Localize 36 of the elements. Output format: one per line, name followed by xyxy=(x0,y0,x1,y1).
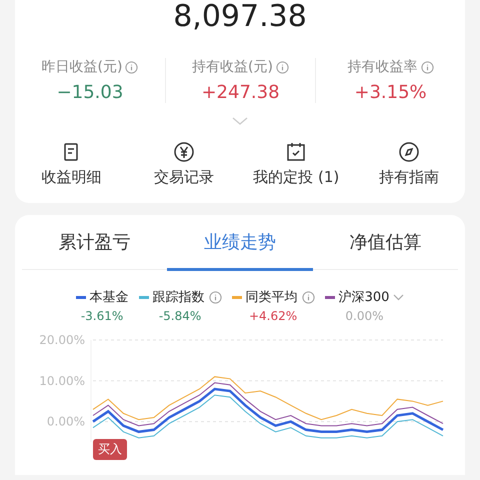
total-amount: 8,097.38 xyxy=(172,0,308,34)
stat-value: −15.03 xyxy=(56,82,124,103)
legend-value: -5.84% xyxy=(158,309,202,323)
stat-label: 昨日收益(元) xyxy=(42,58,122,76)
info-icon[interactable] xyxy=(420,60,434,74)
stat-label: 持有收益(元) xyxy=(192,58,273,76)
stat-value: +3.15% xyxy=(354,82,427,103)
tab[interactable]: 业绩走势 xyxy=(167,215,313,271)
legend-label: 本基金 xyxy=(90,289,129,306)
info-icon[interactable] xyxy=(208,290,222,304)
calendar-icon xyxy=(285,141,308,163)
legend-label: 沪深300 xyxy=(338,289,390,306)
action-link[interactable]: 持有指南 xyxy=(378,168,439,187)
tab[interactable]: 净值估算 xyxy=(312,215,458,271)
tab[interactable]: 累计盈亏 xyxy=(22,215,168,271)
axis-label: 10.00% xyxy=(39,374,85,388)
chevron-down-icon[interactable] xyxy=(393,294,404,300)
action-link[interactable]: 交易记录 xyxy=(154,168,214,187)
legend-value: -3.61% xyxy=(80,309,124,323)
compass-icon xyxy=(398,141,420,163)
action-link[interactable]: 收益明细 xyxy=(41,168,102,187)
info-icon[interactable] xyxy=(125,60,138,74)
info-icon[interactable] xyxy=(276,60,289,74)
yen-icon xyxy=(172,141,195,163)
action-link[interactable]: 我的定投 (1) xyxy=(253,168,340,187)
axis-label: 0.00% xyxy=(46,414,85,429)
stat-label: 持有收益率 xyxy=(348,58,418,76)
chevron-down-icon[interactable] xyxy=(232,117,248,125)
stat-value: +247.38 xyxy=(201,82,280,103)
legend-value: +4.62% xyxy=(248,309,298,323)
legend-value: 0.00% xyxy=(345,309,384,323)
legend-label: 跟踪指数 xyxy=(152,289,205,306)
info-icon[interactable] xyxy=(302,290,315,304)
buy-marker: 买入 xyxy=(93,439,127,460)
legend-label: 同类平均 xyxy=(246,289,298,306)
axis-label: 20.00% xyxy=(39,333,85,347)
